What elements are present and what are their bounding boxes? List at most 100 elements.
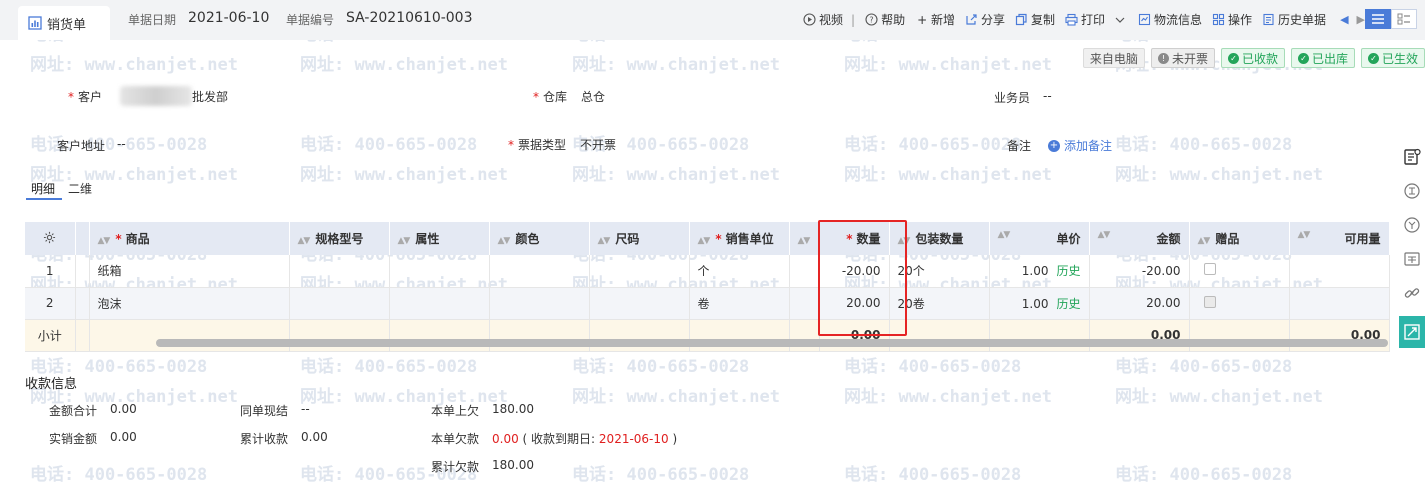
sort-icon[interactable]: ▲▼ — [1198, 236, 1211, 246]
unit-cell[interactable]: 卷 — [689, 287, 790, 320]
header-amount[interactable]: ▲▼ 金额 — [1089, 222, 1190, 255]
logistics-button[interactable]: 物流信息 — [1138, 11, 1202, 28]
gift-checkbox[interactable] — [1203, 263, 1216, 276]
total-amount-value: 0.00 — [110, 402, 137, 416]
sort-icon[interactable]: ▲▼ — [598, 236, 611, 246]
watermark-phone: 电话: 400-665-0028 — [1115, 135, 1293, 155]
invoice-type-value[interactable]: 不开票 — [580, 136, 616, 153]
price-cell[interactable]: 1.00 历史 — [989, 255, 1090, 288]
size-cell[interactable] — [589, 287, 690, 320]
header-sort-spacer[interactable]: ▲▼ — [789, 222, 820, 255]
help-button[interactable]: ? 帮助 — [865, 11, 905, 28]
qty-cell[interactable]: 20.00 — [819, 287, 890, 320]
header-qty[interactable]: * 数量 — [819, 222, 890, 255]
doc-tab[interactable]: 销货单 — [18, 6, 110, 40]
size-cell[interactable] — [589, 255, 690, 288]
sort-icon[interactable]: ▲▼ — [398, 236, 411, 246]
price-history-link[interactable]: 历史 — [1056, 297, 1080, 311]
help-icon: ? — [865, 13, 878, 26]
video-button[interactable]: 视频 — [803, 11, 843, 28]
sort-icon[interactable]: ▲▼ — [898, 236, 911, 246]
gift-checkbox[interactable] — [1203, 295, 1216, 308]
prev-arrow-icon[interactable]: ◀ — [1340, 13, 1348, 26]
number-value: SA-20210610-003 — [346, 10, 473, 26]
link-icon[interactable] — [1399, 276, 1425, 310]
tab-detail[interactable]: 明细 — [31, 180, 55, 197]
add-remark-button[interactable]: + 添加备注 — [1048, 137, 1112, 154]
debt-circle-icon[interactable] — [1399, 208, 1425, 242]
card-view-button[interactable] — [1391, 9, 1417, 29]
share-label: 分享 — [980, 13, 1005, 27]
table-row[interactable]: 2 泡沫 卷 20.00 20卷 1.00 历史 20.00 — [25, 287, 1390, 320]
product-cell[interactable]: 纸箱 — [89, 255, 290, 288]
copy-button[interactable]: 复制 — [1015, 11, 1055, 28]
chevron-down-icon[interactable] — [1115, 15, 1125, 25]
sort-icon[interactable]: ▲▼ — [298, 236, 311, 246]
attr-cell[interactable] — [389, 255, 490, 288]
add-button[interactable]: + 新增 — [917, 11, 955, 28]
pack-qty-cell[interactable]: 20卷 — [889, 287, 990, 320]
gear-icon[interactable] — [43, 231, 56, 244]
this-owed-value: 0.00 — [492, 432, 519, 446]
column-settings[interactable] — [25, 222, 76, 255]
sort-icon[interactable]: ▲▼ — [698, 236, 711, 246]
product-cell[interactable]: 泡沫 — [89, 287, 290, 320]
sort-icon[interactable]: ▲▼ — [798, 236, 811, 246]
voucher-icon[interactable] — [1399, 242, 1425, 276]
amount-cell[interactable]: -20.00 — [1089, 255, 1190, 288]
share-button[interactable]: 分享 — [965, 11, 1005, 28]
sort-icon[interactable]: ▲▼ — [498, 236, 511, 246]
history-circle-icon[interactable] — [1399, 174, 1425, 208]
watermark-phone: 电话: 400-665-0028 — [572, 465, 750, 484]
spec-cell[interactable] — [289, 287, 390, 320]
qty-cell[interactable]: -20.00 — [819, 255, 890, 288]
header-pack-qty[interactable]: ▲▼ 包装数量 — [889, 222, 990, 255]
salesman-value[interactable]: -- — [1043, 89, 1052, 103]
effective-status-label: 已生效 — [1381, 51, 1418, 66]
header-size[interactable]: ▲▼ 尺码 — [589, 222, 690, 255]
attr-cell[interactable] — [389, 287, 490, 320]
horizontal-scrollbar[interactable] — [156, 339, 1388, 347]
color-cell[interactable] — [489, 287, 590, 320]
list-view-button[interactable] — [1365, 9, 1391, 29]
pack-qty-cell[interactable]: 20个 — [889, 255, 990, 288]
right-side-rail — [1399, 140, 1425, 360]
header-product[interactable]: ▲▼ * 商品 — [89, 222, 290, 255]
unit-cell[interactable]: 个 — [689, 255, 790, 288]
customer-value[interactable]: 批发部 — [192, 88, 228, 105]
video-label: 视频 — [819, 13, 844, 27]
history-button[interactable]: 历史单据 — [1262, 11, 1326, 28]
actual-sale-label: 实销金额 — [49, 432, 98, 446]
sort-icon[interactable]: ▲▼ — [1098, 230, 1111, 240]
print-button[interactable]: 打印 — [1065, 11, 1128, 28]
header-color[interactable]: ▲▼ 颜色 — [489, 222, 590, 255]
header-sale-unit[interactable]: ▲▼ * 销售单位 — [689, 222, 790, 255]
expand-icon[interactable] — [1399, 316, 1425, 348]
table-row[interactable]: 1 纸箱 个 -20.00 20个 1.00 历史 -20.00 — [25, 255, 1390, 288]
spec-cell[interactable] — [289, 255, 390, 288]
customer-label: * 客户 — [68, 90, 103, 104]
note-doc-icon[interactable] — [1399, 140, 1425, 174]
next-arrow-icon[interactable]: ▶ — [1357, 13, 1365, 26]
tab-dimension[interactable]: 二维 — [68, 180, 92, 197]
source-badge: 来自电脑 — [1082, 48, 1145, 68]
warehouse-value[interactable]: 总仓 — [581, 88, 605, 105]
color-cell[interactable] — [489, 255, 590, 288]
header-attr[interactable]: ▲▼ 属性 — [389, 222, 490, 255]
shipped-status-label: 已出库 — [1311, 51, 1348, 66]
operate-button[interactable]: 操作 — [1212, 11, 1252, 28]
price-cell[interactable]: 1.00 历史 — [989, 287, 1090, 320]
amount-cell[interactable]: 20.00 — [1089, 287, 1190, 320]
sort-icon[interactable]: ▲▼ — [1298, 230, 1311, 240]
price-history-link[interactable]: 历史 — [1056, 264, 1080, 278]
row-number: 2 — [25, 287, 76, 320]
header-price[interactable]: ▲▼ 单价 — [989, 222, 1090, 255]
address-value[interactable]: -- — [117, 137, 126, 151]
sort-icon[interactable]: ▲▼ — [98, 236, 111, 246]
svg-text:?: ? — [869, 15, 873, 24]
sort-icon[interactable]: ▲▼ — [998, 230, 1011, 240]
watermark-site: 网址: www.chanjet.net — [1115, 165, 1323, 185]
header-spec[interactable]: ▲▼ 规格型号 — [289, 222, 390, 255]
header-gift[interactable]: ▲▼ 赠品 — [1189, 222, 1290, 255]
header-available[interactable]: ▲▼ 可用量 — [1289, 222, 1390, 255]
